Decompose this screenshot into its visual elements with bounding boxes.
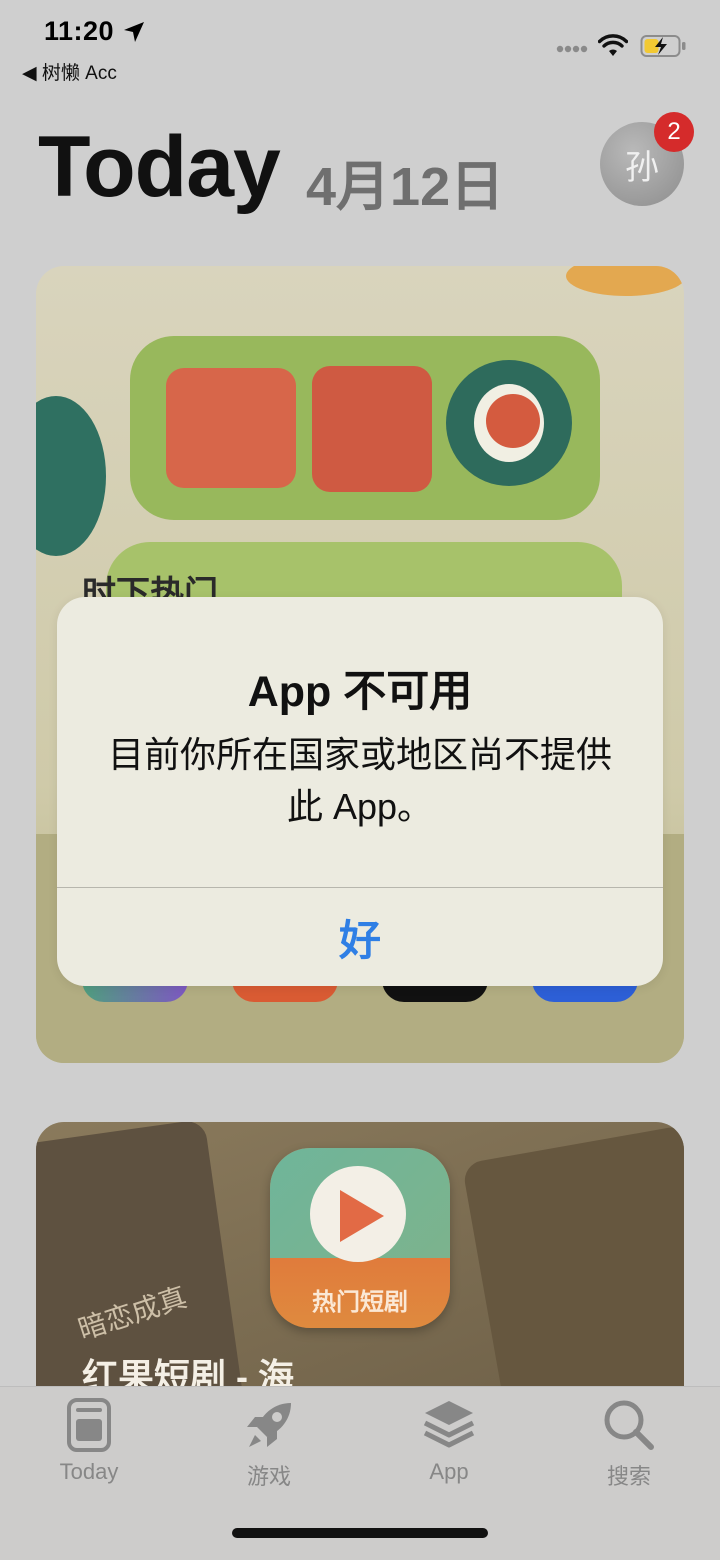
notification-badge: 2 <box>654 112 694 152</box>
today-icon <box>67 1398 111 1452</box>
cellular-signal-icon <box>556 45 588 53</box>
rocket-icon <box>247 1403 291 1447</box>
artwork-glyph <box>312 366 432 492</box>
tab-search[interactable]: 搜索 <box>549 1397 709 1491</box>
play-icon <box>340 1190 384 1242</box>
artwork-glyph <box>166 368 296 488</box>
decorative-shape <box>566 266 684 296</box>
eye-pupil <box>486 394 540 448</box>
tab-apps[interactable]: App <box>369 1397 529 1485</box>
tab-label: 游戏 <box>246 1464 291 1489</box>
ok-button[interactable]: 好 <box>57 888 663 986</box>
tab-label: 搜索 <box>606 1464 651 1489</box>
back-to-app-link[interactable]: ◀ 树懒 Acc <box>22 58 117 85</box>
page-title: Today <box>38 119 281 215</box>
app-story-card[interactable]: 暗恋成真 热门短剧 红果短剧 - 海 <box>36 1122 684 1422</box>
app-icon-label: 热门短剧 <box>312 1289 408 1316</box>
wifi-icon <box>598 34 628 56</box>
battery-charging-icon <box>640 35 686 57</box>
alert-title: App 不可用 <box>247 668 473 716</box>
poster-image <box>461 1124 684 1422</box>
short-drama-app-icon[interactable]: 热门短剧 <box>270 1148 450 1328</box>
layers-icon <box>423 1401 475 1448</box>
tab-games[interactable]: 游戏 <box>189 1397 349 1491</box>
decorative-shape <box>36 396 106 556</box>
unavailable-alert-dialog: App 不可用 目前你所在国家或地区尚不提供此 App。 好 <box>57 597 663 986</box>
home-indicator[interactable] <box>232 1528 488 1538</box>
tab-label: Today <box>59 1459 119 1484</box>
location-arrow-icon <box>124 22 144 42</box>
page-date: 4月12日 <box>306 157 505 217</box>
alert-message: 目前你所在国家或地区尚不提供此 App。 <box>107 734 612 827</box>
status-time: 11:20 <box>44 16 115 46</box>
tab-today[interactable]: Today <box>9 1397 169 1485</box>
tab-label: App <box>429 1459 469 1484</box>
search-icon <box>604 1400 654 1450</box>
